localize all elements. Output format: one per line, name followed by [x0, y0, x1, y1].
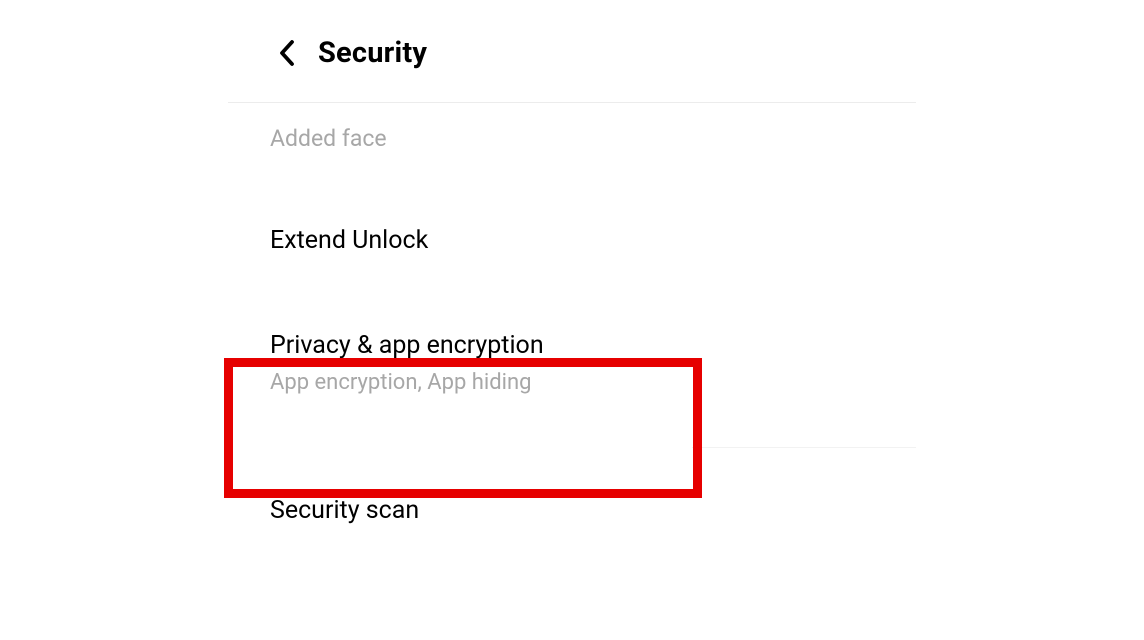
divider — [692, 447, 916, 448]
list-item-privacy-encryption[interactable]: Privacy & app encryption App encryption,… — [0, 331, 1144, 395]
list-item-title: Extend Unlock — [270, 226, 1144, 255]
back-icon[interactable] — [278, 39, 296, 67]
list-item-extend-unlock[interactable]: Extend Unlock — [0, 226, 1144, 255]
section-label-added-face: Added face — [0, 103, 1144, 152]
list-item-title: Privacy & app encryption — [270, 331, 1144, 360]
list-item-subtitle: App encryption, App hiding — [270, 370, 1144, 395]
page-header: Security — [0, 0, 1144, 102]
list-item-title: Security scan — [270, 496, 1144, 525]
page-title: Security — [318, 36, 427, 70]
list-item-security-scan[interactable]: Security scan — [0, 496, 1144, 525]
